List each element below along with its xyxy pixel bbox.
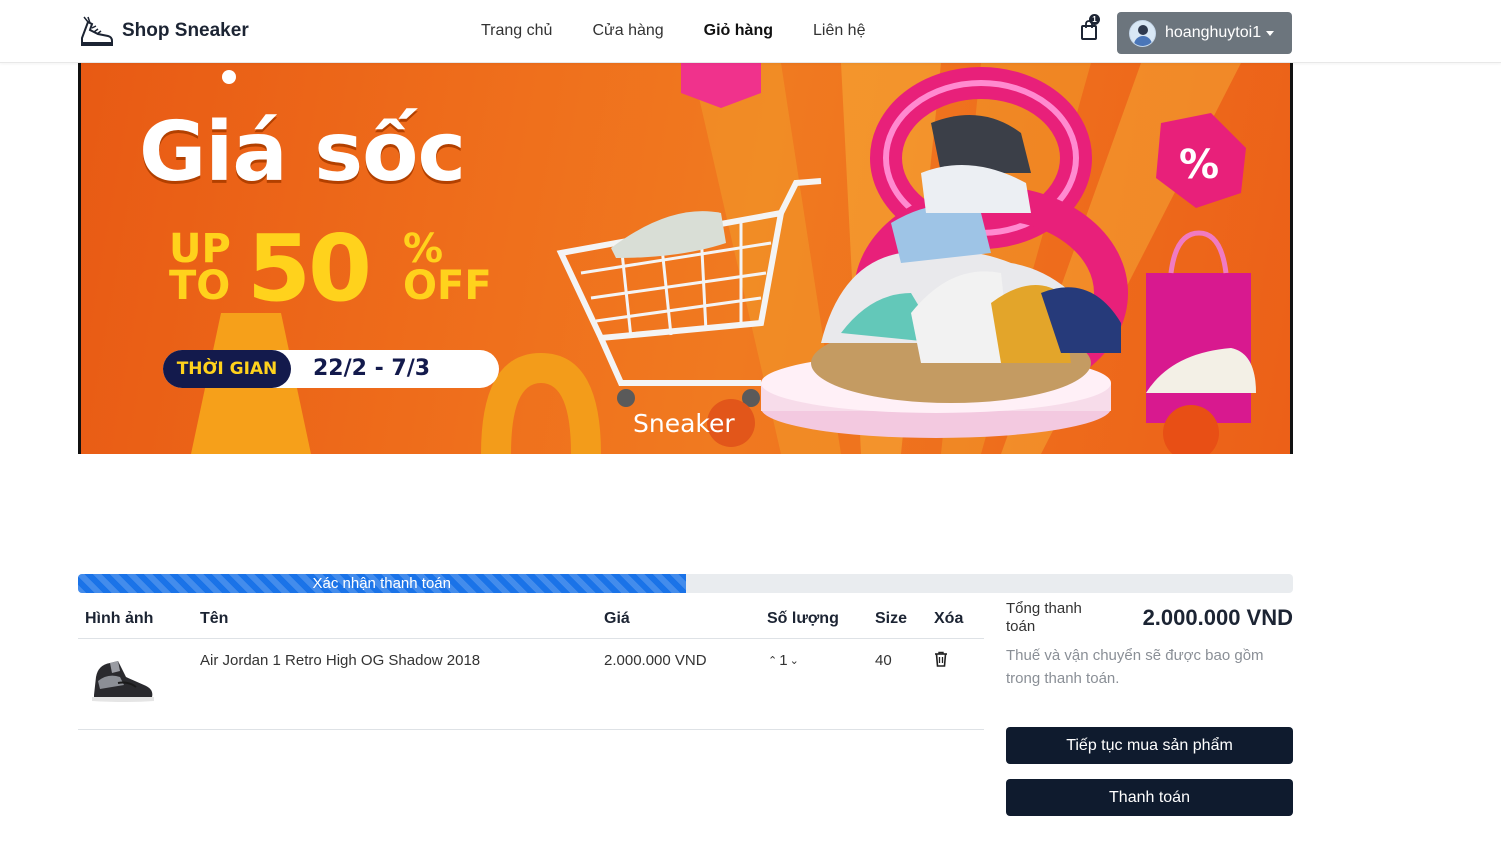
caret-down-icon [1266, 30, 1275, 36]
quantity-stepper: ⌃ 1 ⌄ [768, 652, 799, 669]
total-value: 2.000.000 VND [1142, 605, 1293, 630]
brand-name: Shop Sneaker [122, 20, 249, 41]
brand-link[interactable]: Shop Sneaker [78, 14, 249, 48]
banner-watermark: Sneaker [633, 409, 735, 438]
quantity-value: 1 [779, 652, 788, 669]
banner-headline: Giá sốc [139, 105, 466, 200]
checkout-progress-bar: Xác nhận thanh toán [78, 574, 686, 593]
cart-count-badge: 1 [1089, 14, 1100, 25]
banner-upto-line2: TO [169, 263, 231, 309]
header-remove: Xóa [934, 610, 964, 627]
table-header-row: Hình ảnh Tên Giá Số lượng Size Xóa [78, 600, 984, 639]
promo-banner[interactable]: % Giá sốc UP TO 50 % OFF THỜI GIAN 22/2 … [78, 63, 1293, 454]
product-size: 40 [875, 652, 892, 669]
header-name: Tên [200, 610, 229, 627]
tax-note: Thuế và vận chuyển sẽ được bao gồm trong… [1006, 647, 1264, 687]
username: hoanghuytoi1 [1165, 24, 1262, 41]
total-label: Tổng thanh toán [1006, 600, 1082, 635]
navbar: Shop Sneaker Trang chủ Cửa hàng Giỏ hàng… [0, 0, 1501, 63]
banner-percent-off: % OFF [403, 229, 492, 309]
continue-shopping-button[interactable]: Tiếp tục mua sản phẩm [1006, 727, 1293, 764]
nav-link-cart[interactable]: Giỏ hàng [704, 22, 773, 40]
banner-time-label: THỜI GIAN [163, 350, 291, 388]
header-price: Giá [604, 610, 630, 627]
product-price: 2.000.000 VND [604, 652, 707, 669]
user-avatar-icon [1129, 19, 1156, 47]
checkout-button[interactable]: Thanh toán [1006, 779, 1293, 816]
banner-off: OFF [403, 263, 492, 309]
product-image[interactable] [88, 655, 156, 705]
user-menu-button[interactable]: hoanghuytoi1 [1117, 12, 1292, 54]
checkout-progress: Xác nhận thanh toán [78, 574, 1293, 593]
banner-upto: UP TO [169, 229, 231, 309]
nav-link-shop[interactable]: Cửa hàng [592, 22, 663, 40]
cart-table: Hình ảnh Tên Giá Số lượng Size Xóa Air J… [78, 600, 984, 730]
nav-links: Trang chủ Cửa hàng Giỏ hàng Liên hệ [481, 22, 905, 40]
banner-time-pill: THỜI GIAN 22/2 - 7/3 [163, 350, 499, 388]
trash-icon[interactable] [934, 651, 948, 667]
header-size: Size [875, 610, 908, 627]
nav-link-contact[interactable]: Liên hệ [813, 22, 866, 40]
chevron-down-icon[interactable]: ⌄ [790, 654, 799, 667]
nav-link-home[interactable]: Trang chủ [481, 22, 552, 40]
header-image: Hình ảnh [85, 610, 154, 627]
header-quantity: Số lượng [767, 610, 839, 627]
svg-text:%: % [1179, 142, 1219, 188]
banner-discount-value: 50 [247, 215, 372, 322]
chevron-up-icon[interactable]: ⌃ [768, 654, 777, 667]
cart-button[interactable]: 1 [1080, 14, 1102, 42]
product-name[interactable]: Air Jordan 1 Retro High OG Shadow 2018 [200, 652, 480, 669]
table-row: Air Jordan 1 Retro High OG Shadow 2018 2… [78, 639, 984, 730]
banner-time-value: 22/2 - 7/3 [313, 356, 431, 381]
sneaker-logo-icon [81, 16, 113, 46]
